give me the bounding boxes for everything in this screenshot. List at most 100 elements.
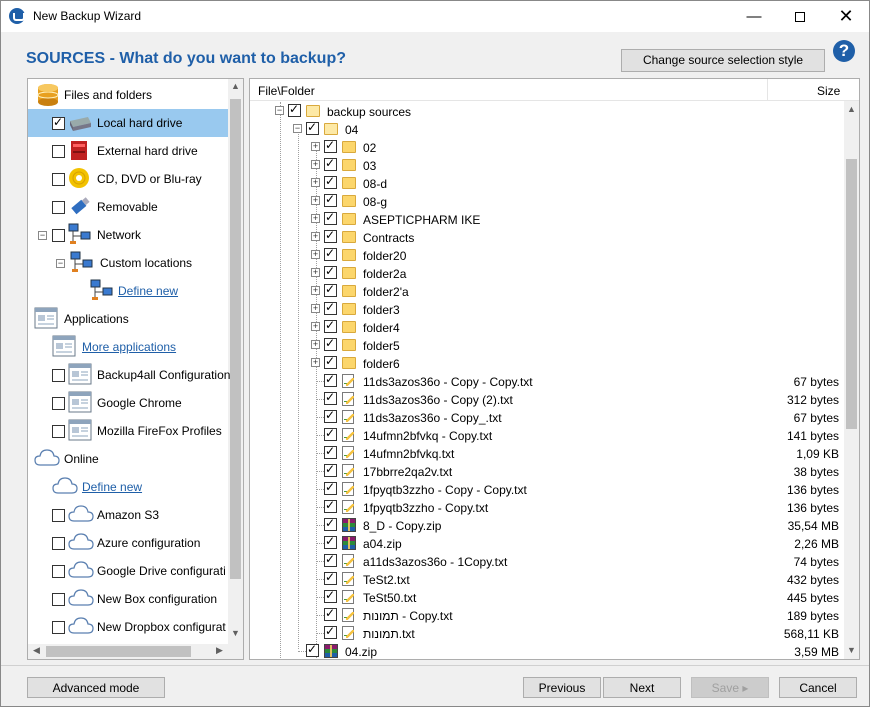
checkbox[interactable] [324,426,337,441]
minimize-button[interactable]: — [731,1,777,32]
maximize-button[interactable] [777,1,823,32]
change-source-style-button[interactable]: Change source selection style [621,49,825,72]
collapse-icon[interactable]: − [56,259,65,268]
checkbox[interactable] [52,537,65,550]
scroll-up-icon[interactable]: ▲ [844,104,859,114]
scroll-up-icon[interactable]: ▲ [228,81,243,91]
scroll-down-icon[interactable]: ▼ [844,645,859,655]
left-horizontal-scrollbar[interactable]: ◀ ▶ [28,644,228,659]
checkbox[interactable] [324,534,337,549]
source-item-cd-dvd-or-blu-ray[interactable]: CD, DVD or Blu-ray [28,165,228,193]
checkbox[interactable] [324,498,337,513]
tree-file-row[interactable]: תמונות.txt 568,11 KB [250,624,844,642]
tree-file-row[interactable]: a11ds3azos36o - 1Copy.txt 74 bytes [250,552,844,570]
expand-icon[interactable]: + [311,160,320,169]
checkbox[interactable] [306,642,319,657]
tree-file-row[interactable]: 17bbrre2qa2v.txt 38 bytes [250,462,844,480]
scroll-right-icon[interactable]: ▶ [212,645,227,656]
checkbox[interactable] [52,115,65,130]
collapse-icon[interactable]: − [293,124,302,133]
source-item-local-hard-drive[interactable]: Local hard drive [28,109,228,137]
checkbox[interactable] [324,156,337,171]
checkbox[interactable] [306,120,319,135]
checkbox[interactable] [324,318,337,333]
tree-folder-row[interactable]: − 04 [250,120,844,138]
tree-folder-row[interactable]: +03 [250,156,844,174]
expand-icon[interactable]: + [311,268,320,277]
source-item-google-drive-configurati[interactable]: Google Drive configurati [28,557,228,585]
checkbox[interactable] [52,425,65,438]
tree-file-row[interactable]: 04.zip 3,59 MB [250,642,844,659]
tree-folder-row[interactable]: +02 [250,138,844,156]
expand-icon[interactable]: + [311,250,320,259]
expand-icon[interactable]: + [311,142,320,151]
checkbox[interactable] [52,565,65,578]
scroll-thumb[interactable] [846,159,857,429]
tree-folder-row[interactable]: + ASEPTICPHARM IKE [250,210,844,228]
checkbox[interactable] [324,192,337,207]
source-item-new-box-configuration[interactable]: New Box configuration [28,585,228,613]
tree-file-row[interactable]: 11ds3azos36o - Copy (2).txt 312 bytes [250,390,844,408]
checkbox[interactable] [324,138,337,153]
checkbox[interactable] [324,300,337,315]
tree-file-row[interactable]: 1fpyqtb3zzho - Copy.txt 136 bytes [250,498,844,516]
expand-icon[interactable]: + [311,178,320,187]
tree-folder-row[interactable]: + folder6 [250,354,844,372]
scroll-thumb[interactable] [230,99,241,579]
source-item-new-dropbox-configurat[interactable]: New Dropbox configurat [28,613,228,641]
checkbox[interactable] [324,462,337,477]
checkbox[interactable] [52,397,65,410]
link-label[interactable]: More applications [82,340,176,354]
tree-folder-row[interactable]: + folder2'a [250,282,844,300]
checkbox[interactable] [324,228,337,243]
source-item-azure-configuration[interactable]: Azure configuration [28,529,228,557]
checkbox[interactable] [324,336,337,351]
tree-folder-row[interactable]: +08-d [250,174,844,192]
checkbox[interactable] [52,201,65,214]
source-link-more-applications[interactable]: More applications [28,333,228,361]
tree-file-row[interactable]: a04.zip 2,26 MB [250,534,844,552]
source-link-define-new[interactable]: Define new [28,277,228,305]
right-vertical-scrollbar[interactable]: ▲ ▼ [844,101,859,659]
expand-icon[interactable]: + [311,340,320,349]
link-label[interactable]: Define new [118,284,178,298]
checkbox[interactable] [324,408,337,423]
next-button[interactable]: Next [603,677,681,698]
tree-folder-row[interactable]: − backup sources [250,102,844,120]
checkbox[interactable] [324,624,337,639]
cancel-button[interactable]: Cancel [779,677,857,698]
file-folder-column-header[interactable]: File\Folder [258,84,315,98]
tree-folder-row[interactable]: + Contracts [250,228,844,246]
advanced-mode-button[interactable]: Advanced mode [27,677,165,698]
source-item-mozilla-firefox-profiles[interactable]: Mozilla FireFox Profiles [28,417,228,445]
expand-icon[interactable]: + [311,232,320,241]
source-link-define-new[interactable]: Define new [28,473,228,501]
expand-icon[interactable]: + [311,322,320,331]
expand-icon[interactable]: + [311,286,320,295]
help-icon[interactable]: ? [833,40,855,62]
close-button[interactable]: ✕ [823,1,869,32]
left-vertical-scrollbar[interactable]: ▲ ▼ [228,79,243,644]
checkbox[interactable] [288,102,301,117]
expand-icon[interactable]: + [311,214,320,223]
tree-file-row[interactable]: 8_D - Copy.zip 35,54 MB [250,516,844,534]
tree-file-row[interactable]: TeSt50.txt 445 bytes [250,588,844,606]
expand-icon[interactable]: + [311,304,320,313]
checkbox[interactable] [324,174,337,189]
source-item-backup4all-configuration[interactable]: Backup4all Configuration [28,361,230,389]
source-item-google-chrome[interactable]: Google Chrome [28,389,228,417]
checkbox[interactable] [324,282,337,297]
checkbox[interactable] [324,606,337,621]
checkbox[interactable] [324,570,337,585]
tree-file-row[interactable]: TeSt2.txt 432 bytes [250,570,844,588]
checkbox[interactable] [52,229,65,242]
tree-file-row[interactable]: 11ds3azos36o - Copy - Copy.txt 67 bytes [250,372,844,390]
checkbox[interactable] [324,444,337,459]
checkbox[interactable] [324,588,337,603]
source-item-network[interactable]: − Network [28,221,228,249]
checkbox[interactable] [52,509,65,522]
checkbox[interactable] [324,390,337,405]
expand-icon[interactable]: + [311,358,320,367]
checkbox[interactable] [52,173,65,186]
tree-folder-row[interactable]: + folder5 [250,336,844,354]
